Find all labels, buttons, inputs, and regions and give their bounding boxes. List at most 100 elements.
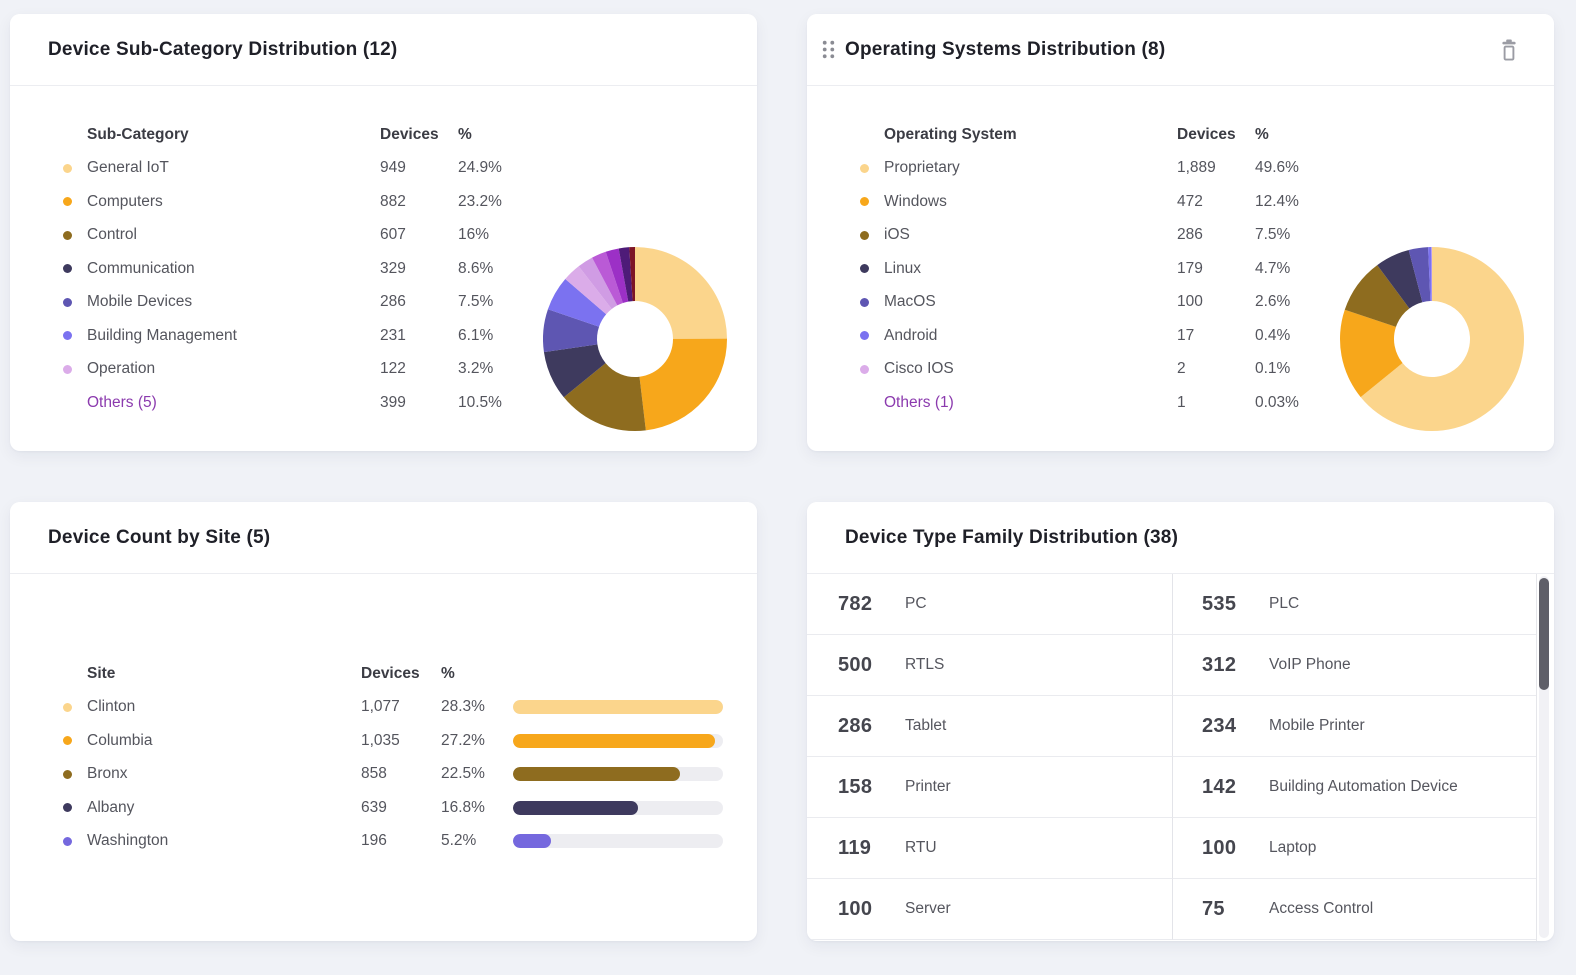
row-label: Communication: [87, 260, 380, 278]
row-label: Operation: [87, 360, 380, 378]
dot-cell: [856, 231, 884, 240]
table-header-row: Sub-CategoryDevices%: [59, 118, 757, 152]
widget-operating-systems: Operating Systems Distribution (8) Opera…: [807, 14, 1554, 451]
dot-cell: [59, 298, 87, 307]
donut-chart[interactable]: [540, 244, 730, 434]
row-label: Proprietary: [884, 159, 1177, 177]
table-row: Proprietary1,88949.6%: [856, 151, 1554, 185]
table-header-row: Operating SystemDevices%: [856, 118, 1554, 152]
row-pct: 8.6%: [458, 260, 530, 278]
others-link[interactable]: Others (1): [884, 394, 1177, 412]
series-color-dot: [860, 164, 869, 173]
widget-header: Device Sub-Category Distribution (12): [10, 14, 757, 86]
row-devices: 231: [380, 327, 458, 345]
family-item: 142Building Automation Device: [1172, 757, 1536, 818]
bar-track: [513, 834, 723, 848]
dot-cell: [59, 770, 87, 779]
table-header-row: SiteDevices%: [10, 657, 723, 691]
row-label: Windows: [884, 193, 1177, 211]
row-devices: 1,077: [361, 698, 441, 716]
dot-cell: [856, 365, 884, 374]
drag-handle-icon[interactable]: [821, 40, 835, 60]
widget-body: Operating SystemDevices%Proprietary1,889…: [807, 86, 1554, 451]
bar-fill: [513, 700, 723, 714]
column-header-label: Site: [87, 665, 361, 683]
widget-body: Sub-CategoryDevices%General IoT94924.9%C…: [10, 86, 757, 451]
family-label: VoIP Phone: [1269, 656, 1351, 674]
family-count: 782: [838, 593, 905, 616]
series-color-dot: [63, 197, 72, 206]
row-pct: 10.5%: [458, 394, 530, 412]
row-devices: 1,035: [361, 732, 441, 750]
series-color-dot: [63, 770, 72, 779]
row-label: Android: [884, 327, 1177, 345]
row-devices: 399: [380, 394, 458, 412]
series-color-dot: [63, 703, 72, 712]
others-link[interactable]: Others (5): [87, 394, 380, 412]
series-color-dot: [63, 231, 72, 240]
row-label: Building Management: [87, 327, 380, 345]
family-count: 75: [1202, 898, 1269, 921]
delete-widget-button[interactable]: [1498, 38, 1520, 62]
row-devices: 607: [380, 226, 458, 244]
dot-cell: [856, 298, 884, 307]
family-label: Access Control: [1269, 900, 1373, 918]
table-row: Washington1965.2%: [10, 825, 723, 859]
family-count: 312: [1202, 654, 1269, 677]
family-item: 535PLC: [1172, 574, 1536, 635]
family-item: 234Mobile Printer: [1172, 696, 1536, 757]
series-color-dot: [63, 264, 72, 273]
row-devices: 17: [1177, 327, 1255, 345]
dot-cell: [856, 164, 884, 173]
trash-icon: [1500, 39, 1518, 61]
row-devices: 100: [1177, 293, 1255, 311]
series-color-dot: [860, 231, 869, 240]
family-count: 100: [1202, 837, 1269, 860]
family-label: Printer: [905, 778, 951, 796]
row-devices: 472: [1177, 193, 1255, 211]
dot-cell: [59, 703, 87, 712]
donut-slice[interactable]: [635, 247, 727, 339]
row-pct: 12.4%: [1255, 193, 1327, 211]
widget-device-count-by-site: Device Count by Site (5) SiteDevices%Cli…: [10, 502, 757, 941]
row-pct: 28.3%: [441, 698, 513, 716]
family-count: 142: [1202, 776, 1269, 799]
widget-body: 782PC535PLC500RTLS312VoIP Phone286Tablet…: [807, 574, 1537, 941]
column-header-devices: Devices: [361, 665, 441, 683]
table-row: Bronx85822.5%: [10, 758, 723, 792]
table-row: Clinton1,07728.3%: [10, 691, 723, 725]
family-label: Server: [905, 900, 951, 918]
scrollbar-thumb[interactable]: [1539, 578, 1549, 690]
row-label: Mobile Devices: [87, 293, 380, 311]
row-label: Washington: [87, 832, 361, 850]
family-item: 312VoIP Phone: [1172, 635, 1536, 696]
bar-fill: [513, 801, 638, 815]
donut-chart[interactable]: [1337, 244, 1527, 434]
row-label: Computers: [87, 193, 380, 211]
family-label: PLC: [1269, 595, 1299, 613]
series-color-dot: [860, 197, 869, 206]
row-pct: 4.7%: [1255, 260, 1327, 278]
family-count: 234: [1202, 715, 1269, 738]
row-label: iOS: [884, 226, 1177, 244]
dot-cell: [59, 736, 87, 745]
bar-track: [513, 801, 723, 815]
row-pct: 27.2%: [441, 732, 513, 750]
table-row: Windows47212.4%: [856, 185, 1554, 219]
site-table: SiteDevices%Clinton1,07728.3%Columbia1,0…: [10, 657, 723, 858]
family-item: 158Printer: [807, 757, 1172, 818]
family-grid: 782PC535PLC500RTLS312VoIP Phone286Tablet…: [807, 574, 1536, 940]
family-count: 500: [838, 654, 905, 677]
widget-title: Device Type Family Distribution (38): [845, 527, 1178, 549]
scrollbar-track[interactable]: [1539, 576, 1549, 938]
donut-slice[interactable]: [639, 339, 727, 431]
row-pct: 49.6%: [1255, 159, 1327, 177]
widget-device-subcategory: Device Sub-Category Distribution (12) Su…: [10, 14, 757, 451]
bar-track: [513, 700, 723, 714]
row-pct: 5.2%: [441, 832, 513, 850]
dot-cell: [59, 803, 87, 812]
column-header-pct: %: [458, 126, 530, 144]
family-count: 535: [1202, 593, 1269, 616]
widget-title: Device Sub-Category Distribution (12): [48, 39, 397, 61]
row-devices: 1,889: [1177, 159, 1255, 177]
